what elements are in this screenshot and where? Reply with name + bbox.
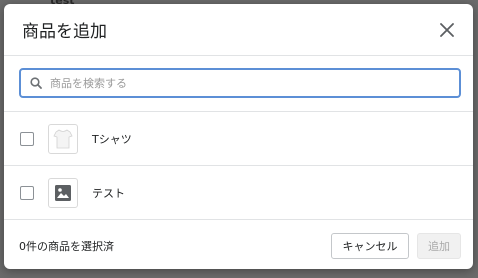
product-thumbnail [48, 123, 78, 154]
footer-actions: キャンセル 追加 [331, 233, 461, 259]
product-checkbox[interactable] [20, 131, 34, 146]
add-product-modal: 商品を追加 Tシャツ [4, 4, 473, 269]
tshirt-icon [53, 129, 73, 148]
cancel-button[interactable]: キャンセル [331, 233, 409, 259]
search-input[interactable] [48, 75, 432, 91]
modal-footer: 0件の商品を選択済 キャンセル 追加 [4, 220, 473, 269]
search-icon [30, 77, 42, 89]
search-field[interactable] [19, 68, 461, 98]
product-row[interactable]: Tシャツ [4, 112, 473, 166]
modal-header: 商品を追加 [4, 4, 473, 56]
product-name: テスト [92, 186, 125, 200]
search-section [4, 56, 473, 112]
close-icon [440, 22, 454, 37]
modal-title: 商品を追加 [22, 22, 107, 42]
product-row[interactable]: テスト [4, 166, 473, 220]
product-name: Tシャツ [92, 132, 132, 146]
close-button[interactable] [435, 18, 459, 42]
product-checkbox[interactable] [20, 185, 34, 200]
selected-count: 0件の商品を選択済 [19, 240, 114, 253]
product-thumbnail [48, 177, 78, 208]
image-placeholder-icon [55, 184, 71, 201]
add-button[interactable]: 追加 [417, 233, 461, 259]
